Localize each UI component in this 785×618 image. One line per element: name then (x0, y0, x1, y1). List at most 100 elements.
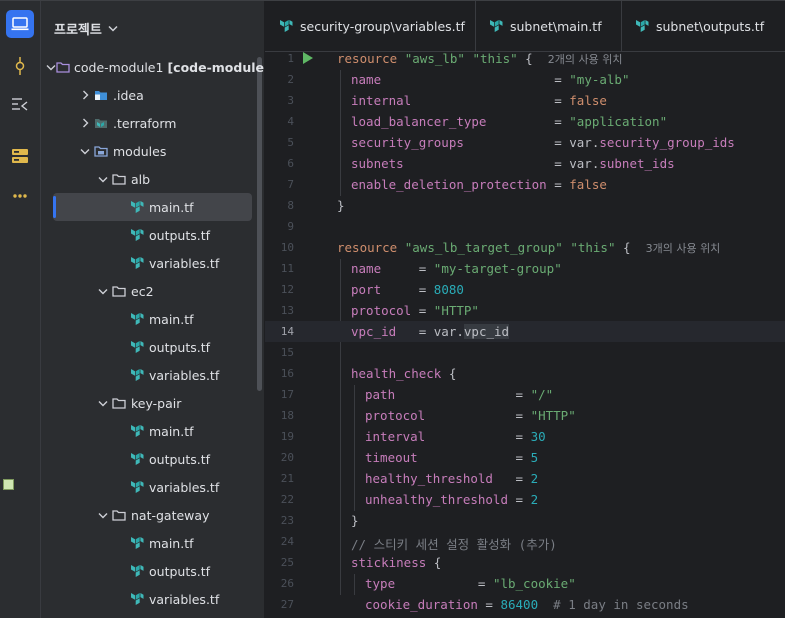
editor-tab[interactable]: subnet\outputs.tf (621, 1, 785, 51)
tree-item[interactable]: variables.tf (41, 585, 264, 613)
commit-tool-button[interactable] (6, 52, 34, 80)
code-line[interactable]: 17 path = "/" (265, 384, 785, 405)
module-folder-icon (56, 59, 70, 75)
modules-folder-icon (93, 143, 109, 159)
code-line[interactable]: 19 interval = 30 (265, 426, 785, 447)
chevron-down-icon[interactable] (46, 64, 56, 71)
project-tool-button[interactable] (6, 10, 34, 38)
code-line[interactable]: 23} (265, 510, 785, 531)
line-number[interactable]: 8 (265, 199, 294, 212)
line-number[interactable]: 25 (265, 556, 294, 569)
line-number[interactable]: 19 (265, 430, 294, 443)
code-line[interactable]: 10 resource "aws_lb_target_group" "this" … (265, 237, 785, 258)
line-number[interactable]: 26 (265, 577, 294, 590)
line-number[interactable]: 7 (265, 178, 294, 191)
line-number[interactable]: 27 (265, 598, 294, 611)
line-number[interactable]: 2 (265, 73, 294, 86)
line-number[interactable]: 23 (265, 514, 294, 527)
pull-requests-tool-button[interactable] (6, 90, 34, 118)
line-number[interactable]: 9 (265, 220, 294, 233)
tree-item[interactable]: outputs.tf (41, 333, 264, 361)
line-number[interactable]: 18 (265, 409, 294, 422)
chevron-right-icon[interactable] (77, 90, 93, 100)
code-line[interactable]: 22 unhealthy_threshold = 2 (265, 489, 785, 510)
line-number[interactable]: 11 (265, 262, 294, 275)
code-line[interactable]: 16 health_check { (265, 363, 785, 384)
code-line[interactable]: 15 (265, 342, 785, 363)
chevron-right-icon[interactable] (77, 118, 93, 128)
line-number[interactable]: 3 (265, 94, 294, 107)
code-line[interactable]: 21 healthy_threshold = 2 (265, 468, 785, 489)
line-number[interactable]: 12 (265, 283, 294, 296)
line-number[interactable]: 13 (265, 304, 294, 317)
code-line[interactable]: 25 stickiness { (265, 552, 785, 573)
line-number[interactable]: 10 (265, 241, 294, 254)
line-number[interactable]: 16 (265, 367, 294, 380)
tree-item[interactable]: variables.tf (41, 249, 264, 277)
tree-item[interactable]: outputs.tf (41, 445, 264, 473)
tree-scrollbar[interactable] (257, 57, 262, 391)
tree-item[interactable]: code-module1 [code-module (41, 53, 264, 81)
line-number[interactable]: 21 (265, 472, 294, 485)
tree-item[interactable]: variables.tf (41, 361, 264, 389)
tree-item[interactable]: ec2 (41, 277, 264, 305)
tree-item[interactable]: .idea (41, 81, 264, 109)
chevron-down-icon[interactable] (95, 176, 111, 183)
code-line[interactable]: 4 load_balancer_type = "application" (265, 111, 785, 132)
code-line[interactable]: 11 name = "my-target-group" (265, 258, 785, 279)
code-line[interactable]: 9 (265, 216, 785, 237)
line-number[interactable]: 17 (265, 388, 294, 401)
tree-item[interactable]: outputs.tf (41, 557, 264, 585)
code-line[interactable]: 2 name = "my-alb" (265, 69, 785, 90)
code-line[interactable]: 20 timeout = 5 (265, 447, 785, 468)
code-line[interactable]: 18 protocol = "HTTP" (265, 405, 785, 426)
usage-hint[interactable]: 3개의 사용 위치 (646, 242, 721, 255)
line-number[interactable]: 4 (265, 115, 294, 128)
line-number[interactable]: 5 (265, 136, 294, 149)
tree-item[interactable]: modules (41, 137, 264, 165)
code-line[interactable]: 26 type = "lb_cookie" (265, 573, 785, 594)
tree-item[interactable]: key-pair (41, 389, 264, 417)
chevron-down-icon[interactable] (77, 148, 93, 155)
tree-item[interactable]: outputs.tf (41, 221, 264, 249)
editor-tab[interactable]: subnet\main.tf (475, 1, 622, 51)
code-line[interactable]: 6 subnets = var.subnet_ids (265, 153, 785, 174)
line-number[interactable]: 14 (265, 325, 294, 338)
code-line[interactable]: 7 enable_deletion_protection = false (265, 174, 785, 195)
code-line[interactable]: 14 vpc_id = var.vpc_id (265, 321, 785, 342)
run-gutter-icon[interactable] (303, 52, 313, 67)
code-line[interactable]: 13 protocol = "HTTP" (265, 300, 785, 321)
line-number[interactable]: 15 (265, 346, 294, 359)
code-line[interactable]: 12 port = 8080 (265, 279, 785, 300)
code-line[interactable]: 5 security_groups = var.security_group_id… (265, 132, 785, 153)
tree-item[interactable]: .terraform (41, 109, 264, 137)
tree-item[interactable]: variables.tf (41, 473, 264, 501)
tree-item[interactable]: main.tf (41, 529, 264, 557)
chevron-down-icon[interactable] (95, 512, 111, 519)
code-line[interactable]: 24 // 스티키 세션 설정 활성화 (추가) (265, 531, 785, 552)
code-line[interactable]: 8} (265, 195, 785, 216)
chevron-down-icon[interactable] (95, 288, 111, 295)
usage-hint[interactable]: 2개의 사용 위치 (548, 53, 623, 66)
chevron-down-icon[interactable] (95, 400, 111, 407)
line-number[interactable]: 6 (265, 157, 294, 170)
tree-item[interactable]: main.tf (41, 417, 264, 445)
line-number[interactable]: 22 (265, 493, 294, 506)
code-text: unhealthy_threshold = 2 (365, 492, 538, 507)
services-tool-button[interactable] (6, 142, 34, 170)
line-number[interactable]: 20 (265, 451, 294, 464)
chevron-down-icon[interactable] (108, 25, 118, 32)
tree-item[interactable]: main.tf (41, 305, 264, 333)
editor-tab[interactable]: security-group\variables.tf (265, 1, 476, 51)
tree-item[interactable]: nat-gateway (41, 501, 264, 529)
code-line[interactable]: 3 internal = false (265, 90, 785, 111)
line-number[interactable]: 24 (265, 535, 294, 548)
code-line[interactable]: 27 cookie_duration = 86400 # 1 day in sec… (265, 594, 785, 615)
tree-item[interactable]: main.tf (41, 193, 264, 221)
line-number[interactable]: 1 (265, 52, 294, 65)
tree-item[interactable]: alb (41, 165, 264, 193)
code-editor[interactable]: 1 resource "aws_lb" "this" { 2개의 사용 위치 2 na… (265, 52, 785, 618)
project-panel-header[interactable]: 프로젝트 (54, 18, 118, 38)
code-line[interactable]: 1 resource "aws_lb" "this" { 2개의 사용 위치 (265, 52, 785, 69)
more-tools-button[interactable] (6, 182, 34, 210)
